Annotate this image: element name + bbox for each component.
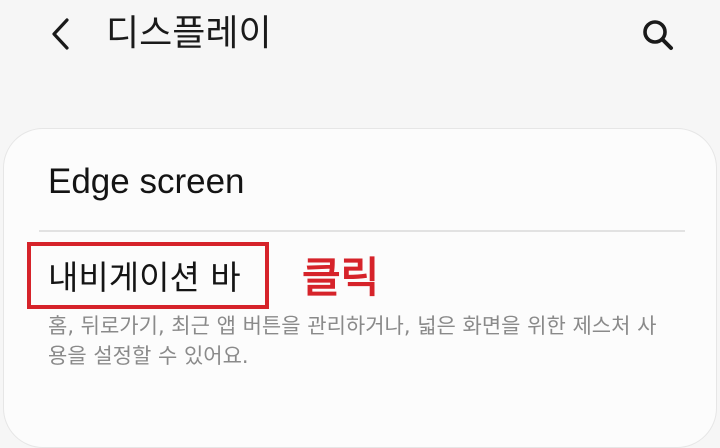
highlight-box [27, 242, 269, 309]
edge-screen-title: Edge screen [48, 162, 245, 201]
app-bar: 디스플레이 [0, 0, 720, 72]
edge-screen-setting[interactable]: Edge screen [4, 129, 718, 231]
click-annotation: 클릭 [302, 253, 380, 302]
navigation-bar-description: 홈, 뒤로가기, 최근 앱 버튼을 관리하거나, 넓은 화면을 위한 제스처 사… [48, 314, 657, 368]
page-title: 디스플레이 [106, 13, 272, 54]
search-button[interactable] [634, 10, 682, 58]
divider [39, 230, 685, 232]
back-button[interactable] [40, 12, 80, 56]
chevron-left-icon [52, 18, 69, 50]
search-icon [643, 20, 673, 50]
